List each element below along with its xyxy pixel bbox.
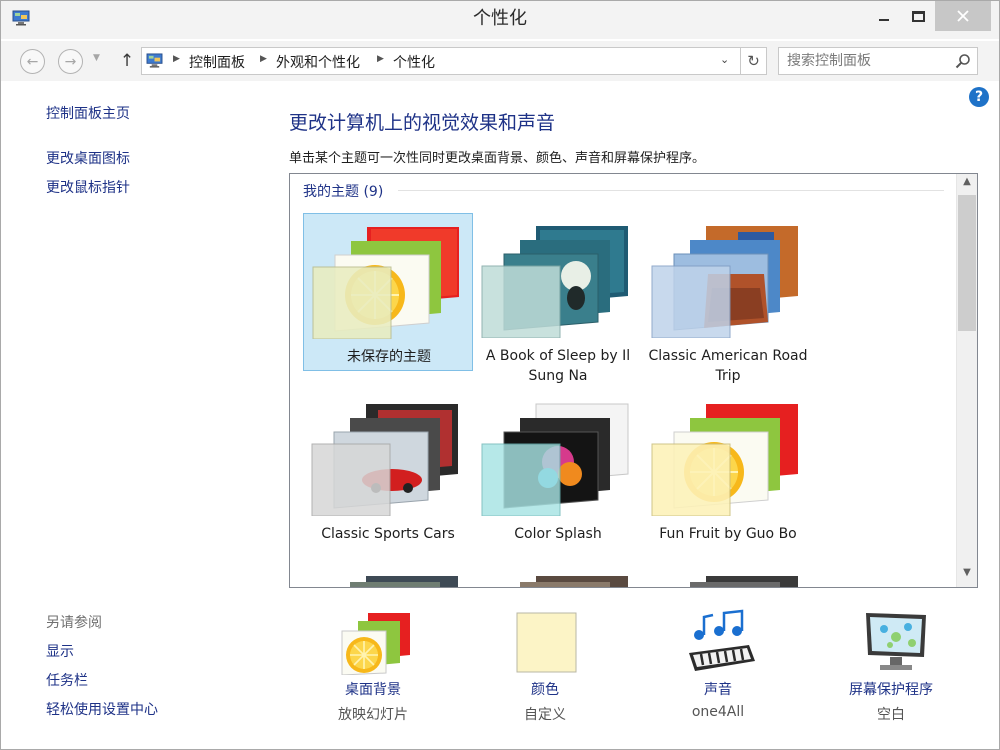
theme-preview-cars <box>311 404 458 516</box>
theme-tile-color-splash[interactable]: Color Splash <box>473 391 643 549</box>
up-button[interactable]: ↑ <box>117 49 137 73</box>
desktop-background-icon <box>341 613 410 675</box>
navigation-bar: ← → ▼ ↑ ▶ 控制面板 ▶ 外观和个性化 ▶ 个性化 ⌄ ↻ <box>1 41 999 81</box>
breadcrumb-separator-icon[interactable]: ▶ <box>173 54 180 64</box>
address-history-dropdown[interactable]: ⌄ <box>720 53 729 66</box>
scroll-down-button[interactable]: ▼ <box>957 567 977 583</box>
window-title: 个性化 <box>473 8 527 29</box>
theme-tile-book-of-sleep[interactable]: A Book of Sleep by Il Sung Na <box>473 213 643 384</box>
theme-preview-partial <box>520 576 628 587</box>
maximize-icon <box>911 10 925 22</box>
sound-setting[interactable]: 声音 one4All <box>648 609 788 729</box>
sound-icon <box>689 609 755 671</box>
breadcrumb-separator-icon[interactable]: ▶ <box>260 54 267 64</box>
setting-value: 自定义 <box>524 707 566 723</box>
arrow-left-icon: ← <box>26 53 39 70</box>
chevron-down-icon: ▼ <box>963 567 971 578</box>
close-button[interactable] <box>935 1 991 31</box>
color-icon <box>516 612 577 673</box>
change-mouse-pointers-link[interactable]: 更改鼠标指针 <box>46 177 130 197</box>
scroll-up-button[interactable]: ▲ <box>957 176 977 192</box>
theme-label: Color Splash <box>514 526 602 542</box>
setting-label[interactable]: 桌面背景 <box>303 679 443 699</box>
back-button[interactable]: ← <box>20 49 45 74</box>
title-bar: 个性化 <box>1 1 999 39</box>
refresh-icon: ↻ <box>747 52 760 70</box>
minimize-icon <box>879 19 889 21</box>
theme-label: Classic American Road Trip <box>648 348 808 384</box>
control-panel-icon <box>146 53 163 68</box>
control-panel-home-link[interactable]: 控制面板主页 <box>46 103 130 123</box>
page-description: 单击某个主题可一次性同时更改桌面背景、颜色、声音和屏幕保护程序。 <box>289 151 706 166</box>
theme-tile-fun-fruit[interactable]: Fun Fruit by Guo Bo <box>643 391 813 549</box>
theme-tile-american-road-trip[interactable]: Classic American Road Trip <box>643 213 813 384</box>
maximize-button[interactable] <box>901 1 935 31</box>
my-themes-group-header[interactable]: 我的主题 (9) <box>303 181 383 201</box>
page-title: 更改计算机上的视觉效果和声音 <box>289 112 556 134</box>
search-icon[interactable] <box>955 53 971 69</box>
setting-label[interactable]: 屏幕保护程序 <box>821 679 961 699</box>
theme-preview-fruit <box>312 227 459 339</box>
ease-of-access-link[interactable]: 轻松使用设置中心 <box>46 699 158 719</box>
search-input[interactable] <box>787 48 947 74</box>
change-desktop-icons-link[interactable]: 更改桌面图标 <box>46 148 130 168</box>
address-bar[interactable]: ▶ 控制面板 ▶ 外观和个性化 ▶ 个性化 ⌄ <box>141 47 741 75</box>
refresh-button[interactable]: ↻ <box>741 47 767 75</box>
theme-label: A Book of Sleep by Il Sung Na <box>485 348 631 384</box>
recent-locations-dropdown[interactable]: ▼ <box>93 53 100 63</box>
theme-label: Fun Fruit by Guo Bo <box>659 526 797 542</box>
theme-preview-partial <box>350 576 458 587</box>
setting-value: 放映幻灯片 <box>338 707 408 723</box>
breadcrumb-personalization[interactable]: 个性化 <box>393 52 435 72</box>
theme-preview-fun-fruit <box>651 404 798 516</box>
minimize-button[interactable] <box>867 1 901 31</box>
arrow-up-icon: ↑ <box>119 51 135 71</box>
see-also-heading: 另请参阅 <box>46 615 102 631</box>
chevron-down-icon: ▼ <box>93 53 100 63</box>
scroll-thumb[interactable] <box>958 195 976 331</box>
theme-tile-sports-cars[interactable]: Classic Sports Cars <box>303 391 473 549</box>
forward-button[interactable]: → <box>58 49 83 74</box>
theme-tile-partial[interactable] <box>473 563 643 587</box>
personalization-window: 个性化 ← → ▼ ↑ ▶ 控制面板 ▶ 外观和个性化 ▶ 个性化 ⌄ ↻ 搜索… <box>0 0 1000 750</box>
taskbar-link[interactable]: 任务栏 <box>46 670 88 690</box>
group-divider <box>398 190 944 191</box>
desktop-background-setting[interactable]: 桌面背景 放映幻灯片 <box>303 609 443 729</box>
search-box[interactable] <box>778 47 978 75</box>
theme-list-scrollbar[interactable]: ▲ ▼ <box>956 174 977 587</box>
display-link[interactable]: 显示 <box>46 641 74 661</box>
theme-label: 未保存的主题 <box>347 349 431 365</box>
color-setting[interactable]: 颜色 自定义 <box>475 609 615 729</box>
breadcrumb-separator-icon[interactable]: ▶ <box>377 54 384 64</box>
setting-value: 空白 <box>877 707 905 723</box>
chevron-down-icon: ⌄ <box>720 53 730 66</box>
theme-preview-road <box>651 226 798 338</box>
theme-tile-unsaved[interactable]: 未保存的主题 <box>303 213 473 371</box>
theme-label: Classic Sports Cars <box>321 526 455 542</box>
arrow-right-icon: → <box>64 53 77 70</box>
theme-tile-partial[interactable] <box>303 563 473 587</box>
screensaver-icon <box>866 613 926 670</box>
theme-tile-partial[interactable] <box>643 563 813 587</box>
theme-preview-partial <box>690 576 798 587</box>
setting-label[interactable]: 颜色 <box>475 679 615 699</box>
help-icon[interactable]: ? <box>969 87 989 107</box>
setting-label[interactable]: 声音 <box>648 679 788 699</box>
setting-value: one4All <box>691 704 745 720</box>
theme-preview-sleep <box>481 226 628 338</box>
chevron-up-icon: ▲ <box>963 176 971 187</box>
theme-list[interactable]: 我的主题 (9) 未保存的主题 A Book of Sleep by Il Su… <box>289 173 978 588</box>
theme-preview-splash <box>481 403 629 516</box>
breadcrumb-appearance[interactable]: 外观和个性化 <box>276 52 360 72</box>
breadcrumb-control-panel[interactable]: 控制面板 <box>189 52 245 72</box>
screensaver-setting[interactable]: 屏幕保护程序 空白 <box>821 609 961 729</box>
close-icon <box>957 10 969 22</box>
